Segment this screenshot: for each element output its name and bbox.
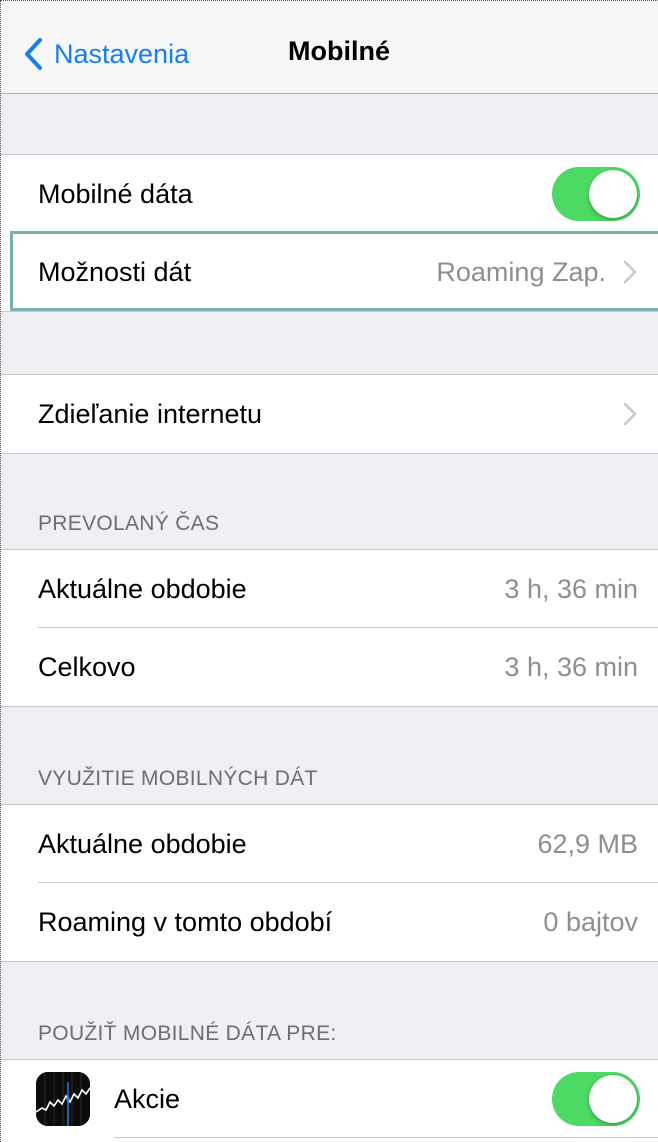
data-usage-roaming-label: Roaming v tomto období xyxy=(38,906,333,937)
toggle-knob xyxy=(589,1075,637,1123)
hotspot-group: Zdieľanie internetu xyxy=(0,374,658,454)
data-usage-current-row: Aktuálne obdobie 62,9 MB xyxy=(0,805,658,883)
app-data-toggle[interactable] xyxy=(552,1072,640,1126)
chevron-right-icon xyxy=(623,402,637,426)
chevron-right-icon xyxy=(623,260,637,284)
hotspot-label: Zdieľanie internetu xyxy=(38,398,263,429)
data-options-value: Roaming Zap. xyxy=(436,256,606,287)
mobile-data-toggle[interactable] xyxy=(552,167,640,221)
call-time-current-label: Aktuálne obdobie xyxy=(38,573,247,604)
mobile-data-label: Mobilné dáta xyxy=(38,178,193,209)
data-usage-current-value: 62,9 MB xyxy=(537,828,638,859)
page-title: Mobilné xyxy=(288,36,390,66)
call-time-header: PREVOLANÝ ČAS xyxy=(38,512,220,535)
call-time-total-label: Celkovo xyxy=(38,651,136,682)
call-time-current-value: 3 h, 36 min xyxy=(504,573,638,604)
data-usage-group: Aktuálne obdobie 62,9 MB Roaming v tomto… xyxy=(0,804,658,962)
call-time-total-row: Celkovo 3 h, 36 min xyxy=(0,627,658,706)
data-options-row[interactable]: Možnosti dát Roaming Zap. xyxy=(0,231,658,311)
call-time-group: Aktuálne obdobie 3 h, 36 min Celkovo 3 h… xyxy=(0,549,658,707)
call-time-total-value: 3 h, 36 min xyxy=(504,651,638,682)
app-label: Akcie xyxy=(114,1083,181,1114)
call-time-current-row: Aktuálne obdobie 3 h, 36 min xyxy=(0,550,658,628)
data-usage-roaming-row: Roaming v tomto období 0 bajtov xyxy=(0,882,658,961)
apps-group: Akcie xyxy=(0,1059,658,1142)
data-usage-header: VYUŽITIE MOBILNÝCH DÁT xyxy=(38,767,318,790)
mobile-data-row: Mobilné dáta xyxy=(0,155,658,233)
hotspot-row[interactable]: Zdieľanie internetu xyxy=(0,375,658,453)
apps-header: POUŽIŤ MOBILNÉ DÁTA PRE: xyxy=(38,1022,337,1045)
app-row-next xyxy=(0,1137,658,1142)
stocks-app-icon xyxy=(36,1072,90,1126)
data-usage-current-label: Aktuálne obdobie xyxy=(38,828,247,859)
mobile-data-group: Mobilné dáta Možnosti dát Roaming Zap. xyxy=(0,154,658,312)
navigation-bar: Nastavenia Mobilné xyxy=(0,0,658,94)
toggle-knob xyxy=(589,170,637,218)
data-options-label: Možnosti dát xyxy=(38,256,192,287)
app-row-akcie: Akcie xyxy=(0,1060,658,1138)
data-usage-roaming-value: 0 bajtov xyxy=(543,906,638,937)
